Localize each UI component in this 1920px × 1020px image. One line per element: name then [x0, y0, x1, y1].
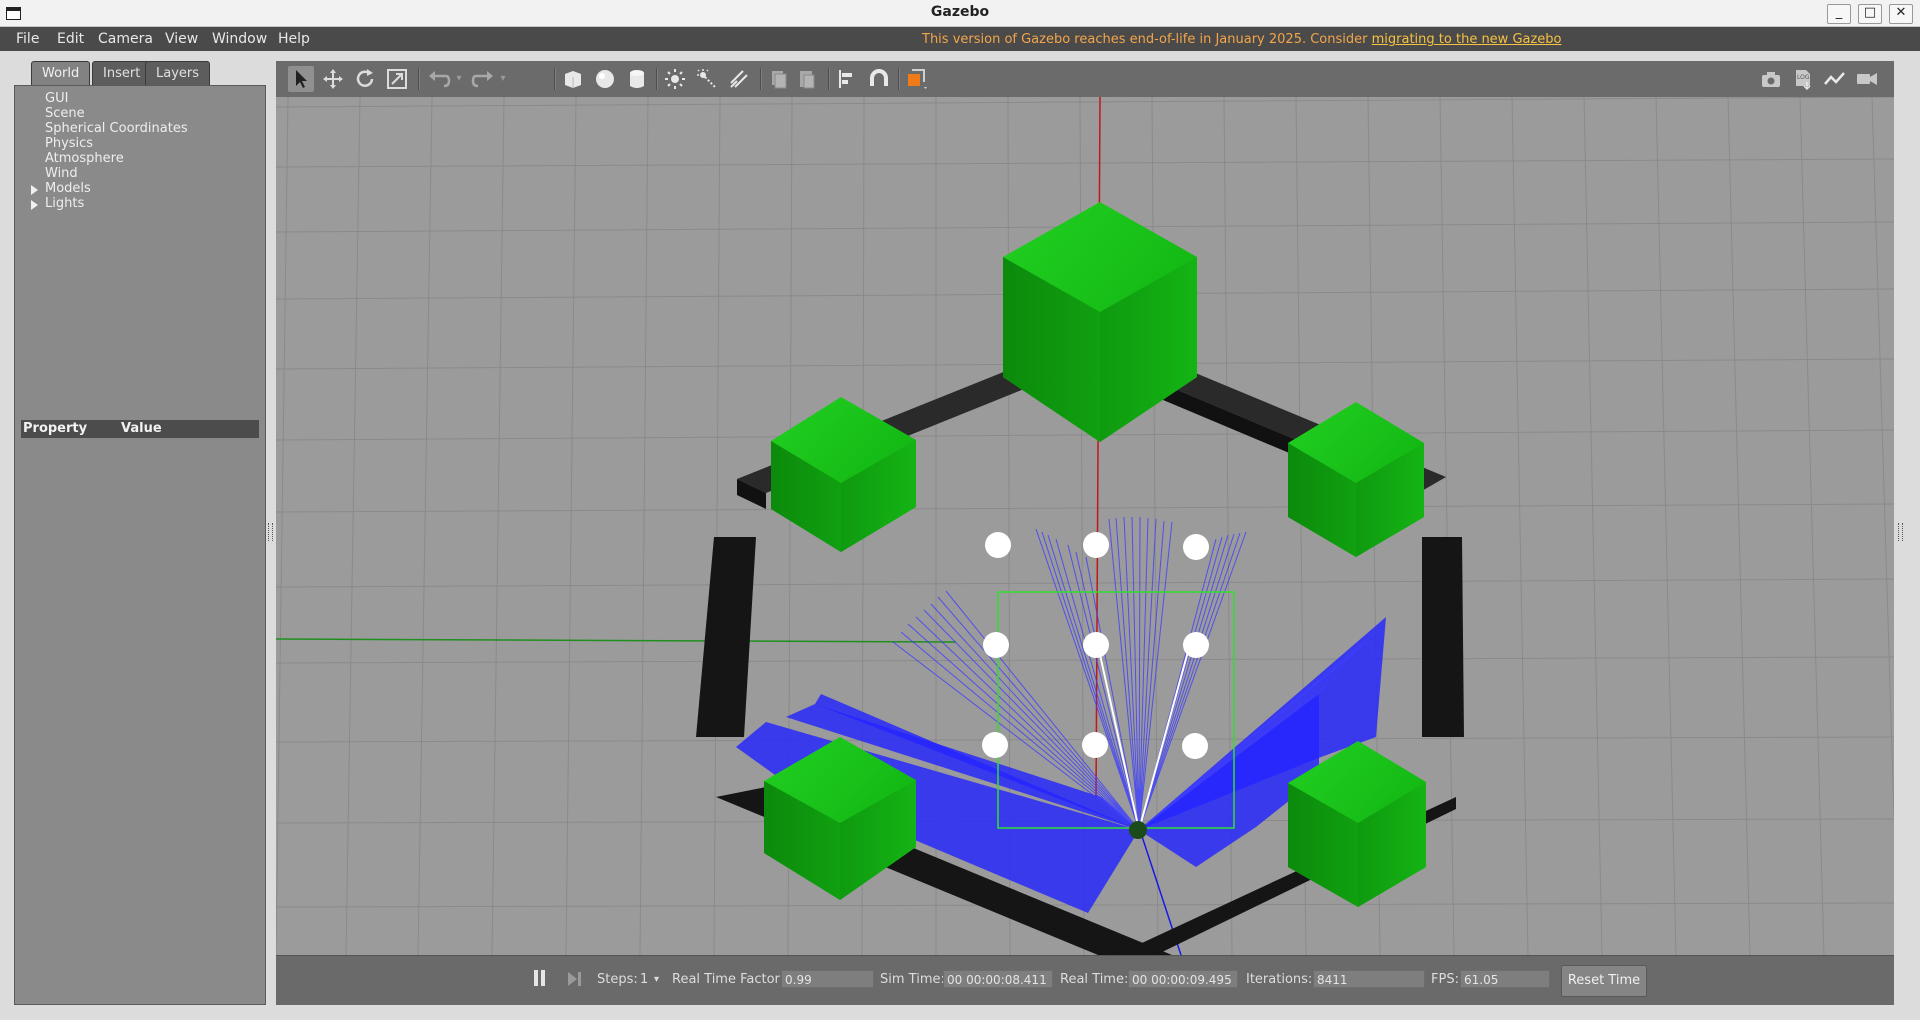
screenshot-icon[interactable]	[1758, 66, 1784, 92]
x-axis-line	[276, 638, 957, 643]
window-titlebar: Gazebo _ □ ✕	[0, 0, 1920, 27]
menu-window[interactable]: Window	[212, 31, 267, 47]
real-time-label: Real Time:	[1060, 972, 1129, 987]
tree-item-spherical-coordinates[interactable]: Spherical Coordinates	[45, 121, 188, 136]
svg-text:LOG: LOG	[1797, 74, 1810, 81]
tab-world[interactable]: World	[31, 61, 91, 86]
iterations-label: Iterations:	[1246, 972, 1313, 987]
log-icon[interactable]: LOG	[1790, 66, 1816, 92]
select-arrow-icon[interactable]	[288, 66, 314, 92]
right-splitter-handle[interactable]	[1898, 523, 1903, 541]
redo-history-dropdown-icon[interactable]: ▾	[496, 66, 510, 92]
translate-icon[interactable]	[320, 66, 346, 92]
iterations-field: 8411	[1313, 970, 1425, 988]
steps-dropdown-icon[interactable]: ▾	[654, 974, 659, 985]
menu-camera[interactable]: Camera	[98, 31, 153, 47]
robot-base	[1129, 821, 1147, 839]
eol-notice-text: This version of Gazebo reaches end-of-li…	[922, 32, 1372, 47]
plot-icon[interactable]	[1822, 66, 1848, 92]
tree-item-scene[interactable]: Scene	[45, 106, 85, 121]
tree-item-lights[interactable]: Lights	[45, 196, 84, 211]
tree-item-gui[interactable]: GUI	[45, 91, 68, 106]
cylinder-icon[interactable]	[624, 66, 650, 92]
toolbar-divider	[898, 68, 900, 90]
toolbar-divider	[828, 68, 830, 90]
reset-time-button[interactable]: Reset Time	[1561, 965, 1647, 997]
sim-time-field: 00 00:00:08.411	[943, 970, 1053, 988]
menu-edit[interactable]: Edit	[57, 31, 84, 47]
simulation-status-bar: Steps: 1 ▾ Real Time Factor: 0.99 Sim Ti…	[276, 955, 1894, 1005]
tree-item-physics[interactable]: Physics	[45, 136, 93, 151]
step-forward-icon[interactable]	[566, 970, 582, 988]
tab-insert[interactable]: Insert	[92, 61, 152, 86]
scene-render	[276, 97, 1894, 955]
scene-viewport[interactable]	[276, 97, 1894, 955]
close-button[interactable]: ✕	[1889, 4, 1913, 24]
tree-item-atmosphere[interactable]: Atmosphere	[45, 151, 124, 166]
left-panel: World Insert Layers GUI Scene Spherical …	[14, 58, 266, 1005]
view-angle-icon[interactable]	[904, 66, 930, 92]
real-time-field: 00 00:00:09.495	[1128, 970, 1238, 988]
maximize-button[interactable]: □	[1858, 4, 1882, 24]
steps-value[interactable]: 1	[640, 972, 648, 987]
sphere-icon[interactable]	[592, 66, 618, 92]
menu-view[interactable]: View	[165, 31, 198, 47]
tree-item-wind[interactable]: Wind	[45, 166, 78, 181]
tab-layers[interactable]: Layers	[145, 61, 211, 86]
toolbar-divider	[656, 68, 658, 90]
point-light-icon[interactable]	[662, 66, 688, 92]
eol-notice: This version of Gazebo reaches end-of-li…	[922, 32, 1562, 47]
real-time-factor-field: 0.99	[781, 970, 874, 988]
left-splitter-handle[interactable]	[268, 523, 273, 541]
pause-icon[interactable]	[532, 970, 546, 988]
snap-magnet-icon[interactable]	[866, 66, 892, 92]
world-panel: GUI Scene Spherical Coordinates Physics …	[14, 85, 266, 1005]
real-time-factor-label: Real Time Factor:	[672, 972, 785, 987]
rotate-icon[interactable]	[352, 66, 378, 92]
steps-label: Steps:	[597, 972, 638, 987]
value-column-header: Value	[121, 421, 162, 436]
toolbar-divider	[554, 68, 556, 90]
directional-light-icon[interactable]	[726, 66, 752, 92]
property-column-header: Property	[23, 421, 88, 436]
menu-help[interactable]: Help	[278, 31, 310, 47]
video-record-icon[interactable]	[1854, 66, 1880, 92]
expand-lights-icon[interactable]	[31, 200, 38, 210]
sim-time-label: Sim Time:	[880, 972, 945, 987]
align-icon[interactable]	[834, 66, 860, 92]
undo-icon[interactable]	[426, 66, 452, 92]
expand-models-icon[interactable]	[31, 185, 38, 195]
scale-icon[interactable]	[384, 66, 410, 92]
minimize-button[interactable]: _	[1827, 4, 1851, 24]
scene-toolbar: ▾ ▾ LOG	[276, 61, 1894, 98]
box-icon[interactable]	[560, 66, 586, 92]
fps-field: 61.05	[1460, 970, 1550, 988]
window-title: Gazebo	[930, 4, 990, 20]
menu-file[interactable]: File	[16, 31, 39, 47]
obstacle-top	[1003, 202, 1197, 442]
migration-link[interactable]: migrating to the new Gazebo	[1372, 32, 1562, 47]
paste-icon[interactable]	[794, 66, 820, 92]
toolbar-divider	[418, 68, 420, 90]
property-table-header: Property Value	[21, 420, 259, 438]
fps-label: FPS:	[1431, 972, 1459, 987]
menu-bar: File Edit Camera View Window Help This v…	[0, 27, 1920, 51]
redo-icon[interactable]	[470, 66, 496, 92]
undo-history-dropdown-icon[interactable]: ▾	[452, 66, 466, 92]
copy-icon[interactable]	[766, 66, 792, 92]
spot-light-icon[interactable]	[694, 66, 720, 92]
tree-item-models[interactable]: Models	[45, 181, 91, 196]
toolbar-divider	[760, 68, 762, 90]
